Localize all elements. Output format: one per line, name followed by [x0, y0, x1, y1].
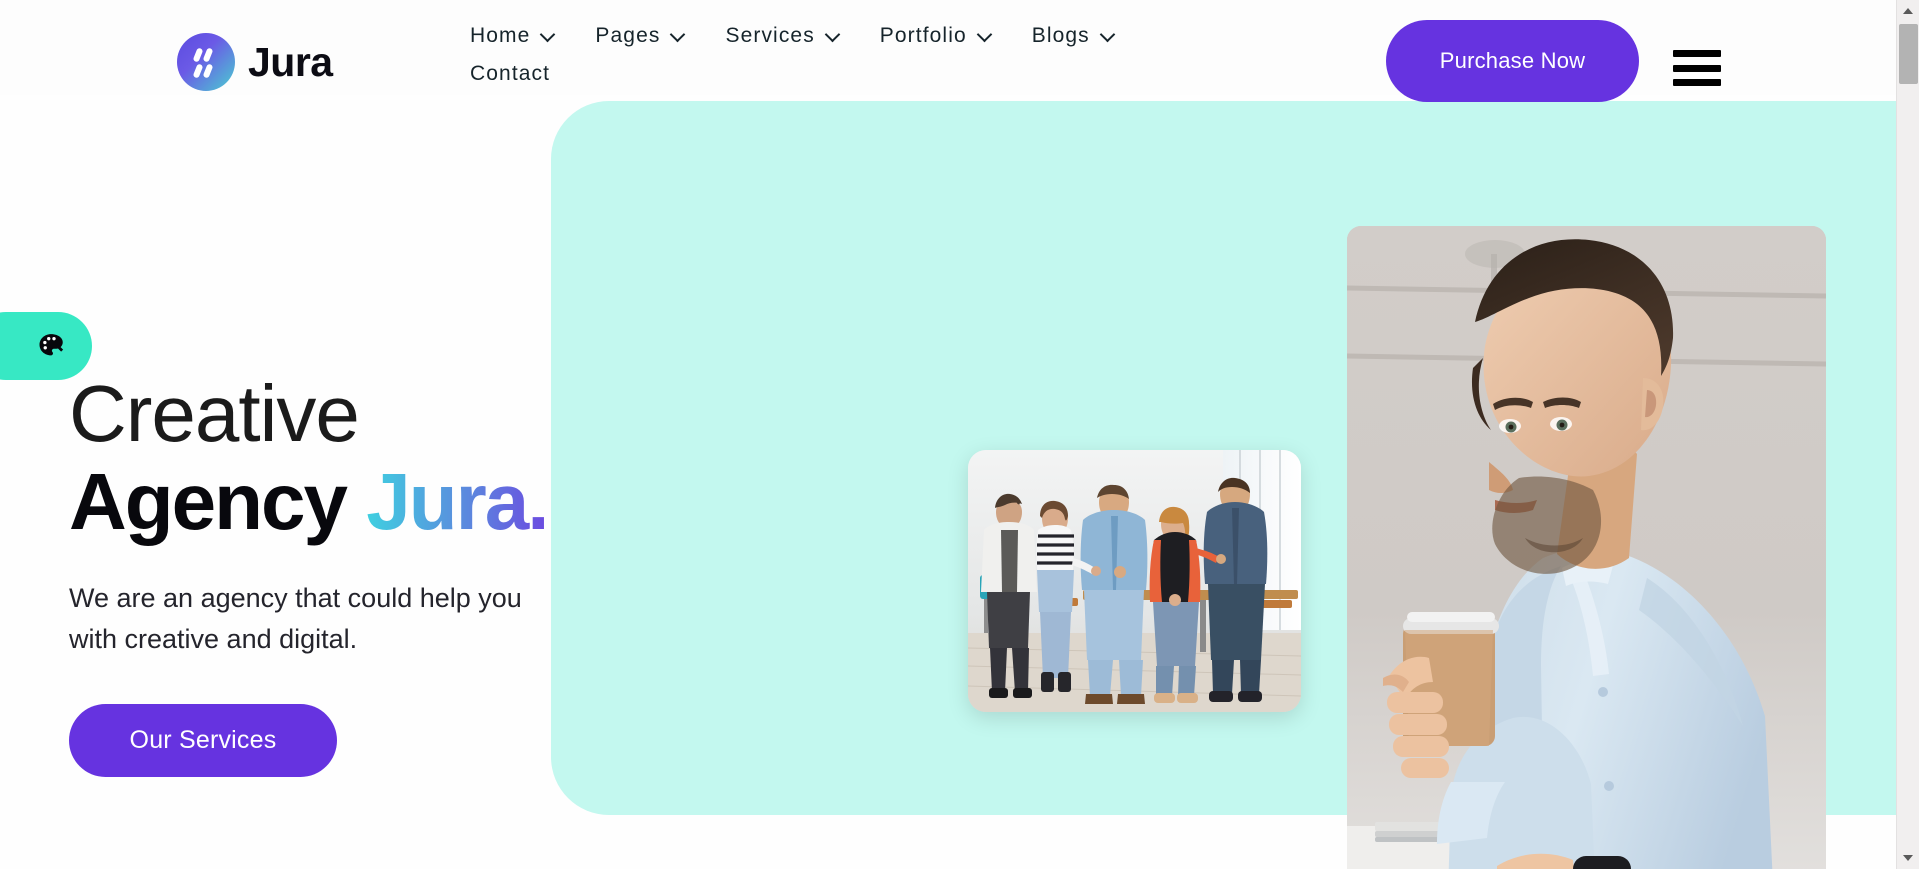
hamburger-menu-icon[interactable] — [1673, 50, 1721, 86]
page-viewport: Jura Home Pages Services Portfolio Blogs — [0, 0, 1896, 869]
nav-item-label: Portfolio — [879, 24, 967, 47]
nav-item-label: Pages — [595, 24, 661, 47]
browser-scrollbar[interactable] — [1896, 0, 1919, 869]
site-header: Jura Home Pages Services Portfolio Blogs — [0, 0, 1896, 102]
chevron-down-icon — [671, 28, 684, 41]
nav-item-label: Contact — [470, 62, 551, 85]
nav-item-pages[interactable]: Pages — [595, 24, 684, 48]
businessman-with-coffee-photo — [1347, 226, 1826, 869]
jura-slash-logo-icon — [177, 33, 235, 91]
hero-headline-bold: Agency Jura. — [69, 457, 629, 547]
chevron-down-icon — [1101, 28, 1114, 41]
team-meeting-photo-graphic — [968, 450, 1301, 712]
hero-headline-bold-text: Agency — [69, 457, 348, 547]
nav-item-contact[interactable]: Contact — [470, 62, 550, 86]
scroll-down-arrow-icon[interactable] — [1897, 847, 1919, 869]
brand-logo-link[interactable]: Jura — [177, 33, 333, 91]
nav-item-label: Home — [470, 24, 531, 47]
businessman-with-coffee-photo-graphic — [1347, 226, 1826, 869]
nav-item-services[interactable]: Services — [725, 24, 838, 48]
nav-item-home[interactable]: Home — [470, 24, 554, 48]
our-services-button[interactable]: Our Services — [69, 703, 337, 777]
team-meeting-photo — [968, 450, 1301, 712]
chevron-down-icon — [978, 28, 991, 41]
nav-item-label: Services — [725, 24, 815, 47]
hero-copy: Creative Agency Jura. We are an agency t… — [69, 372, 629, 777]
palette-icon-tab[interactable] — [0, 312, 92, 380]
brand-name: Jura — [248, 38, 333, 85]
chevron-down-icon — [541, 28, 554, 41]
primary-navigation: Home Pages Services Portfolio Blogs Cont… — [470, 24, 1160, 86]
nav-item-blogs[interactable]: Blogs — [1032, 24, 1114, 48]
nav-item-portfolio[interactable]: Portfolio — [880, 24, 991, 48]
hero-headline-light: Creative — [69, 369, 360, 458]
nav-item-label: Blogs — [1031, 24, 1090, 47]
hero-paragraph: We are an agency that could help you wit… — [69, 582, 522, 654]
purchase-now-button[interactable]: Purchase Now — [1386, 20, 1639, 102]
scroll-up-arrow-icon[interactable] — [1897, 0, 1919, 22]
hero-headline-accent: Jura. — [366, 457, 549, 547]
scrollbar-thumb[interactable] — [1899, 24, 1918, 84]
chevron-down-icon — [826, 28, 839, 41]
palette-icon — [39, 334, 64, 356]
